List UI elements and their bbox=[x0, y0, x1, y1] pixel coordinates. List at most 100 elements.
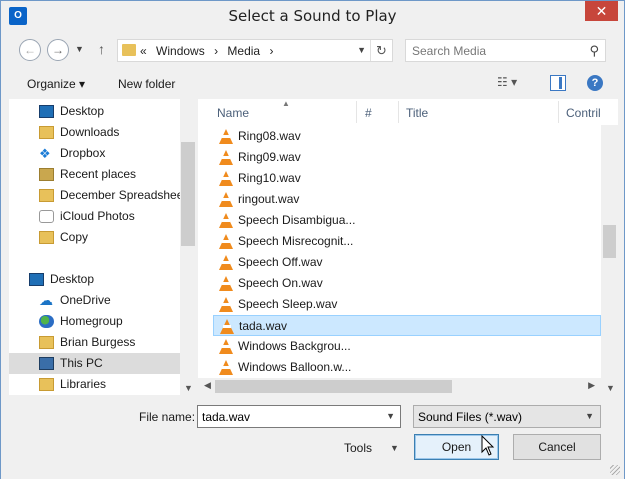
column-contributing-artists[interactable]: Contril bbox=[566, 106, 601, 120]
organize-menu[interactable]: Organize ▾ bbox=[27, 77, 85, 91]
file-name: Speech Misrecognit... bbox=[238, 234, 354, 248]
file-type-select[interactable]: Sound Files (*.wav) ▼ bbox=[413, 405, 601, 428]
sidebar-item-label: Recent places bbox=[60, 167, 137, 181]
sort-ascending-icon: ▲ bbox=[282, 99, 290, 108]
sidebar-item-label: Brian Burgess bbox=[60, 335, 136, 349]
search-icon[interactable]: ⚲ bbox=[589, 43, 599, 59]
file-name: Ring10.wav bbox=[238, 171, 301, 185]
breadcrumb-separator[interactable]: › bbox=[269, 44, 273, 58]
recent-places-icon bbox=[39, 168, 54, 181]
resize-grip[interactable] bbox=[610, 465, 620, 475]
scrollbar-thumb[interactable] bbox=[215, 380, 452, 393]
mouse-cursor-icon bbox=[481, 435, 495, 456]
file-name-value[interactable]: tada.wav bbox=[202, 410, 250, 424]
list-item[interactable]: Ring10.wav bbox=[213, 168, 601, 189]
forward-button[interactable]: → bbox=[47, 39, 69, 61]
breadcrumb-overflow[interactable]: « bbox=[140, 44, 147, 58]
column-name[interactable]: Name bbox=[217, 106, 249, 120]
sidebar-item-dropbox[interactable]: ❖ Dropbox bbox=[39, 143, 196, 164]
scroll-left-arrow-icon[interactable]: ◀ bbox=[204, 380, 211, 391]
column-divider[interactable] bbox=[356, 101, 357, 123]
file-name: ringout.wav bbox=[238, 192, 300, 206]
cancel-button[interactable]: Cancel bbox=[513, 434, 601, 460]
recent-locations-dropdown-icon[interactable]: ▼ bbox=[75, 44, 84, 54]
file-name: Windows Balloon.w... bbox=[238, 360, 352, 374]
close-button[interactable]: ✕ bbox=[585, 1, 618, 21]
list-item[interactable]: Speech On.wav bbox=[213, 273, 601, 294]
help-icon[interactable]: ? bbox=[587, 75, 603, 91]
sidebar-item-december-spreadsheets[interactable]: December Spreadsheets bbox=[39, 185, 196, 206]
breadcrumb-separator[interactable]: › bbox=[214, 44, 218, 58]
sidebar-item-desktop[interactable]: Desktop bbox=[39, 101, 196, 122]
sidebar-item-label: December Spreadsheets bbox=[60, 188, 193, 202]
list-item[interactable]: ringout.wav bbox=[213, 189, 601, 210]
tools-dropdown-icon[interactable]: ▼ bbox=[390, 443, 399, 453]
sidebar-item-libraries[interactable]: Libraries bbox=[39, 374, 196, 395]
search-box[interactable]: Search Media ⚲ bbox=[405, 39, 606, 62]
list-item[interactable]: Speech Off.wav bbox=[213, 252, 601, 273]
vlc-file-icon bbox=[219, 150, 233, 165]
change-view-button[interactable]: ☷ ▾ bbox=[497, 75, 533, 93]
up-button[interactable]: ↑ bbox=[98, 41, 105, 57]
list-item[interactable]: Speech Misrecognit... bbox=[213, 231, 601, 252]
address-dropdown-icon[interactable]: ▼ bbox=[357, 45, 366, 55]
back-button[interactable]: ← bbox=[19, 39, 41, 61]
list-item[interactable]: Windows Backgrou... bbox=[213, 336, 601, 357]
sidebar-item-this-pc[interactable]: This PC bbox=[9, 353, 180, 374]
navigation-pane-scrollbar[interactable]: ▼ bbox=[180, 99, 196, 395]
chevron-down-icon[interactable]: ▼ bbox=[386, 411, 395, 421]
sidebar-item-downloads[interactable]: Downloads bbox=[39, 122, 196, 143]
sidebar-item-brian-burgess[interactable]: Brian Burgess bbox=[39, 332, 196, 353]
file-list-vertical-scrollbar[interactable]: ▼ bbox=[601, 125, 618, 395]
file-list-horizontal-scrollbar[interactable]: ◀ ▶ bbox=[198, 378, 601, 395]
column-header: ▲ Name # Title Contril bbox=[198, 99, 602, 125]
scroll-right-arrow-icon[interactable]: ▶ bbox=[588, 380, 595, 391]
sidebar-item-label: iCloud Photos bbox=[60, 209, 135, 223]
column-number[interactable]: # bbox=[365, 106, 372, 120]
preview-pane-icon[interactable] bbox=[550, 75, 566, 91]
file-name: Ring08.wav bbox=[238, 129, 301, 143]
sidebar-item-label: Libraries bbox=[60, 377, 107, 391]
search-input[interactable]: Search Media bbox=[412, 44, 486, 58]
sidebar-item-recent-places[interactable]: Recent places bbox=[39, 164, 196, 185]
file-open-dialog: O Select a Sound to Play ✕ ← → ▼ ↑ « Win… bbox=[0, 0, 625, 479]
tools-menu[interactable]: Tools bbox=[344, 441, 372, 455]
copy-folder-icon bbox=[39, 231, 54, 244]
sidebar-item-onedrive[interactable]: ☁ OneDrive bbox=[39, 290, 196, 311]
file-list-pane: ▲ Name # Title Contril Ring08.wav Ring09… bbox=[198, 99, 618, 395]
window-title: Select a Sound to Play bbox=[228, 7, 397, 25]
vlc-file-icon bbox=[219, 129, 233, 144]
new-folder-button[interactable]: New folder bbox=[118, 77, 175, 91]
file-name: Speech Off.wav bbox=[238, 255, 323, 269]
sidebar-item-copy[interactable]: Copy bbox=[39, 227, 196, 248]
list-item[interactable]: Windows Balloon.w... bbox=[213, 357, 601, 378]
vlc-file-icon bbox=[219, 255, 233, 270]
sidebar-item-homegroup[interactable]: Homegroup bbox=[39, 311, 196, 332]
scroll-down-arrow-icon[interactable]: ▼ bbox=[606, 383, 615, 393]
chevron-down-icon: ▼ bbox=[585, 411, 594, 421]
column-divider[interactable] bbox=[558, 101, 559, 123]
list-item[interactable]: Ring09.wav bbox=[213, 147, 601, 168]
vlc-file-icon bbox=[219, 297, 233, 312]
file-name-field[interactable]: tada.wav ▼ bbox=[197, 405, 401, 428]
column-divider[interactable] bbox=[398, 101, 399, 123]
breadcrumb-media[interactable]: Media bbox=[227, 44, 260, 58]
address-bar[interactable]: « Windows › Media › ▼ ↻ bbox=[117, 39, 393, 62]
sidebar-item-desktop-root[interactable]: Desktop bbox=[29, 269, 196, 290]
sidebar-item-label: Desktop bbox=[50, 272, 95, 286]
breadcrumb-windows[interactable]: Windows bbox=[156, 44, 205, 58]
column-title[interactable]: Title bbox=[406, 106, 428, 120]
list-item[interactable]: Speech Disambigua... bbox=[213, 210, 601, 231]
file-name: Speech Disambigua... bbox=[238, 213, 356, 227]
list-item-selected[interactable]: tada.wav bbox=[213, 315, 601, 336]
sidebar-item-icloud-photos[interactable]: iCloud Photos bbox=[39, 206, 196, 227]
list-item[interactable]: Speech Sleep.wav bbox=[213, 294, 601, 315]
file-type-value: Sound Files (*.wav) bbox=[418, 410, 523, 424]
scrollbar-thumb[interactable] bbox=[181, 142, 195, 246]
icloud-photos-icon bbox=[39, 210, 54, 223]
scroll-down-arrow-icon[interactable]: ▼ bbox=[184, 383, 193, 393]
refresh-button[interactable]: ↻ bbox=[370, 40, 392, 61]
list-item[interactable]: Ring08.wav bbox=[213, 126, 601, 147]
scrollbar-thumb[interactable] bbox=[603, 225, 616, 258]
vlc-file-icon bbox=[219, 276, 233, 291]
